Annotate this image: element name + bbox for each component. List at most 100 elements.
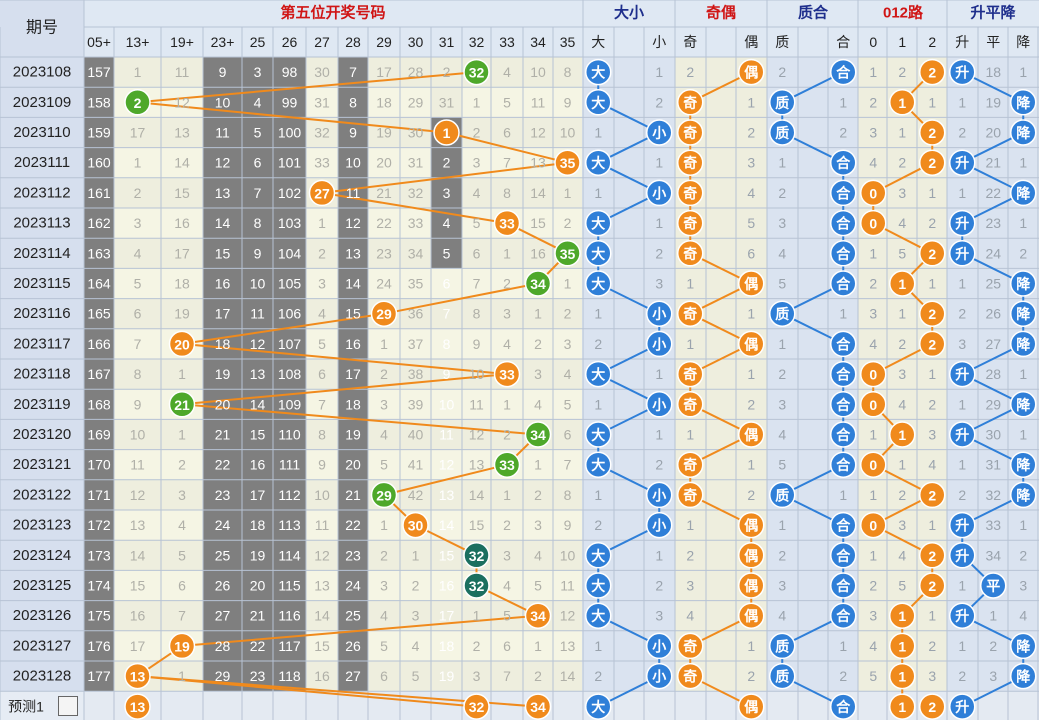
prime-value-ball-label: 合 (836, 336, 851, 352)
main-omission: 2 (534, 668, 542, 684)
size-value-ball-label: 大 (591, 246, 605, 262)
main-omission: 2 (443, 155, 451, 171)
main-omission: 37 (408, 336, 424, 352)
main-omission: 99 (282, 94, 298, 110)
main-omission: 4 (254, 94, 262, 110)
main-omission: 7 (318, 396, 326, 412)
period-cell: 2023110 (13, 124, 70, 141)
main-omission: 19 (215, 366, 231, 382)
close-button[interactable] (58, 696, 78, 716)
prime-value-ball-label: 质 (775, 487, 789, 503)
size-value-ball-label: 大 (591, 216, 605, 232)
main-omission: 23 (345, 547, 361, 563)
main-omission: 166 (87, 336, 111, 352)
main-omission: 104 (278, 245, 302, 261)
main-omission: 14 (130, 547, 146, 563)
period-cell: 2023112 (13, 184, 70, 201)
trend-omission: 1 (1019, 517, 1027, 533)
parity-value-ball-label: 奇 (683, 638, 697, 654)
trend-omission: 2 (1019, 547, 1027, 563)
parity-omission: 6 (747, 245, 755, 261)
main-number-ball-label: 21 (174, 397, 190, 413)
main-omission: 11 (560, 578, 575, 594)
size-omission: 1 (655, 64, 663, 80)
main-omission: 9 (219, 64, 227, 80)
prime-omission: 3 (778, 578, 786, 594)
parity-omission: 2 (747, 668, 755, 684)
main-omission: 6 (503, 638, 511, 654)
prime-omission: 1 (839, 94, 847, 110)
column-header: 合 (836, 34, 850, 50)
main-omission: 29 (215, 668, 231, 684)
parity-value-ball-label: 偶 (744, 548, 758, 564)
prime-value-ball-label: 合 (836, 578, 851, 594)
main-omission: 5 (380, 457, 388, 473)
road-value-ball-label: 2 (928, 155, 936, 171)
trend-omission: 27 (985, 336, 1001, 352)
main-omission: 8 (443, 336, 451, 352)
main-number-ball-label: 20 (174, 336, 190, 352)
road-omission: 5 (898, 578, 906, 594)
main-omission: 10 (250, 276, 266, 292)
road-omission: 1 (898, 125, 906, 141)
column-header: 25 (250, 34, 266, 50)
road-value-ball-label: 2 (928, 548, 936, 564)
main-omission: 5 (503, 94, 511, 110)
size-omission: 1 (594, 306, 602, 322)
road-omission: 2 (898, 64, 906, 80)
trend-omission: 1 (958, 276, 966, 292)
road-omission: 3 (898, 517, 906, 533)
main-omission: 9 (443, 366, 451, 382)
main-omission: 4 (178, 517, 186, 533)
main-omission: 16 (439, 578, 455, 594)
main-omission: 15 (469, 517, 485, 533)
group-header: 奇偶 (706, 4, 736, 22)
main-number-ball-label: 1 (443, 125, 451, 141)
road-omission: 1 (928, 276, 936, 292)
trend-value-ball-label: 升 (955, 246, 969, 262)
main-number-ball-label: 32 (469, 578, 485, 594)
column-header: 26 (282, 34, 298, 50)
road-omission: 3 (928, 668, 936, 684)
main-omission: 24 (376, 276, 392, 292)
road-omission: 1 (928, 517, 936, 533)
parity-omission: 1 (686, 276, 694, 292)
size-omission: 1 (655, 427, 663, 443)
prime-value-ball-label: 合 (836, 548, 851, 564)
main-omission: 8 (564, 64, 572, 80)
main-omission: 111 (279, 457, 300, 473)
main-omission: 36 (408, 306, 424, 322)
road-omission: 5 (898, 245, 906, 261)
trend-omission: 3 (989, 668, 997, 684)
road-omission: 2 (928, 215, 936, 231)
road-omission: 2 (928, 638, 936, 654)
road-omission: 1 (928, 366, 936, 382)
main-omission: 2 (534, 336, 542, 352)
main-omission: 170 (87, 457, 111, 473)
column-header: 偶 (744, 34, 758, 50)
main-omission: 117 (278, 638, 301, 654)
main-omission: 4 (412, 638, 420, 654)
road-value-ball-label: 0 (869, 185, 877, 201)
prime-omission: 4 (778, 245, 786, 261)
main-omission: 6 (318, 366, 326, 382)
size-cell (614, 57, 645, 88)
size-omission: 2 (655, 457, 663, 473)
parity-cell (706, 208, 737, 239)
trend-value-ball-label: 降 (1016, 669, 1031, 685)
main-omission: 2 (443, 64, 451, 80)
main-omission: 10 (560, 125, 576, 141)
main-omission: 3 (254, 64, 262, 80)
prime-value-ball-label: 合 (836, 65, 851, 81)
main-omission: 7 (178, 608, 186, 624)
main-omission: 15 (130, 578, 146, 594)
main-omission: 29 (408, 94, 424, 110)
column-header: 降 (1016, 34, 1030, 50)
main-number-ball-label: 32 (469, 65, 485, 81)
size-value-ball-label: 小 (652, 669, 666, 685)
main-omission: 27 (345, 668, 361, 684)
main-omission: 17 (174, 245, 190, 261)
column-header: 19+ (170, 34, 194, 50)
size-value-ball-label: 大 (591, 578, 605, 594)
trend-omission: 18 (985, 64, 1001, 80)
